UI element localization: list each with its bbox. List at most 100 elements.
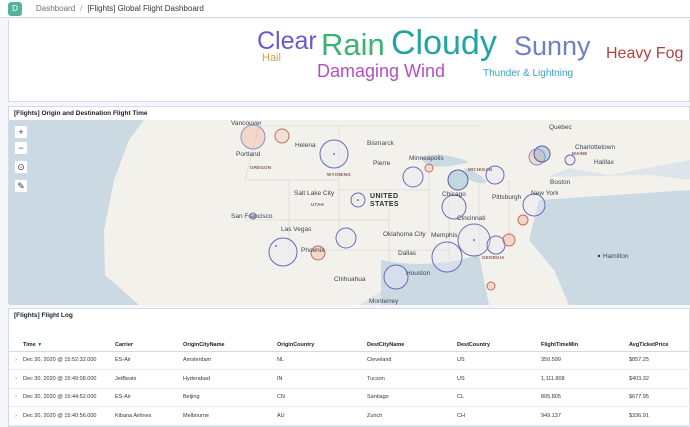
word-clear[interactable]: Clear (257, 29, 317, 54)
state-label: MAINE (572, 151, 588, 156)
state-label: WYOMING (327, 172, 351, 177)
city-label: Quebec (549, 124, 572, 131)
cell-ticket-price: $857.25 (629, 351, 690, 370)
cell-time: Dec 30, 2020 @ 15:52:32.000 (23, 351, 115, 370)
column-header-origin-city[interactable]: OriginCityName (183, 339, 277, 352)
sort-descending-icon[interactable]: ▼ (37, 342, 42, 348)
flight-map-panel: [Flights] Origin and Destination Flight … (8, 106, 690, 305)
breadcrumb-separator: / (80, 4, 83, 13)
cell-dest-country: CL (457, 388, 541, 407)
zoom-in-button[interactable]: + (14, 125, 28, 139)
cell-dest-city: Zurich (367, 406, 457, 426)
word-thunder-lightning[interactable]: Thunder & Lightning (483, 69, 573, 79)
table-row[interactable]: › Dec 30, 2020 @ 15:40:56.000 Kibana Air… (9, 406, 690, 426)
column-header-origin-country[interactable]: OriginCountry (277, 339, 367, 352)
breadcrumb-current: [Flights] Global Flight Dashboard (87, 4, 204, 13)
city-label: Las Vegas (281, 226, 312, 233)
city-label: New York (531, 190, 559, 197)
cell-dest-country: CH (457, 406, 541, 426)
column-header-carrier[interactable]: Carrier (115, 339, 183, 352)
column-header-flight-time[interactable]: FlightTimeMin (541, 339, 629, 352)
city-label: Halifax (594, 159, 614, 166)
column-header-dest-country[interactable]: DestCountry (457, 339, 541, 352)
cell-time: Dec 30, 2020 @ 15:49:08.000 (23, 369, 115, 389)
word-rain[interactable]: Rain (321, 29, 385, 60)
city-label: Salt Lake City (294, 190, 335, 197)
cell-dest-city: Tucson (367, 369, 457, 389)
column-header-label: Time (23, 341, 36, 348)
cell-carrier: ES-Air (115, 388, 183, 407)
table-row[interactable]: › Dec 30, 2020 @ 15:52:32.000 ES-Air Ams… (9, 351, 690, 370)
column-header-ticket-price[interactable]: AvgTicketPrice (629, 339, 690, 352)
cell-flight-time: 350.599 (541, 351, 629, 370)
expand-row-icon[interactable]: › (9, 388, 23, 407)
cell-origin-city: Beijing (183, 388, 277, 407)
city-label: Portland (236, 151, 261, 158)
city-label: Minneapolis (409, 155, 444, 162)
cell-origin-city: Hyderabad (183, 369, 277, 389)
cell-flight-time: 1,111.808 (541, 369, 629, 389)
state-label: GEORGIA (482, 255, 505, 260)
word-heavy-fog[interactable]: Heavy Fog (606, 46, 683, 62)
word-damaging-wind[interactable]: Damaging Wind (317, 62, 445, 80)
word-hail[interactable]: Hail (262, 53, 281, 64)
cell-ticket-price: $677.95 (629, 388, 690, 407)
state-label: MICHIGAN (468, 167, 493, 172)
breadcrumb: Dashboard / [Flights] Global Flight Dash… (36, 4, 204, 13)
city-label: Vancouver (231, 120, 262, 127)
draw-tool-button[interactable]: ✎ (14, 179, 28, 193)
country-label-line1: UNITED (370, 193, 399, 200)
cell-time: Dec 30, 2020 @ 15:44:52.000 (23, 388, 115, 407)
cell-origin-country: NL (277, 351, 367, 370)
city-label: Boston (550, 179, 571, 186)
city-label: Helena (295, 142, 316, 149)
zoom-out-button[interactable]: − (14, 141, 28, 155)
map-panel-title: [Flights] Origin and Destination Flight … (14, 110, 148, 117)
flight-log-title: [Flights] Flight Log (14, 312, 73, 319)
expand-row-icon[interactable]: › (9, 351, 23, 370)
expand-row-icon[interactable]: › (9, 369, 23, 389)
city-label: Phoenix (301, 247, 325, 254)
word-sunny[interactable]: Sunny (514, 33, 591, 60)
column-header-dest-city[interactable]: DestCityName (367, 339, 457, 352)
cell-flight-time: 949.137 (541, 406, 629, 426)
city-label: Oklahoma City (383, 231, 426, 238)
city-label: Chicago (442, 191, 466, 198)
cell-origin-city: Amsterdam (183, 351, 277, 370)
city-label: Houston (406, 270, 431, 277)
table-row[interactable]: › Dec 30, 2020 @ 15:44:52.000 ES-Air Bei… (9, 388, 690, 407)
table-header-row: Time ▼ Carrier OriginCityName OriginCoun… (9, 339, 690, 352)
cell-origin-country: AU (277, 406, 367, 426)
word-cloudy[interactable]: Cloudy (391, 26, 497, 60)
city-label: Dallas (398, 250, 417, 257)
city-label: Bismarck (367, 140, 394, 147)
city-label: Chihuahua (334, 276, 366, 283)
cell-ticket-price: $403.32 (629, 369, 690, 389)
country-label: UNITED STATES (370, 193, 399, 210)
cell-carrier: Kibana Airlines (115, 406, 183, 426)
cell-carrier: JetBeats (115, 369, 183, 389)
city-label: Memphis (431, 232, 458, 239)
column-header-time[interactable]: Time ▼ (23, 339, 115, 352)
cell-ticket-price: $336.91 (629, 406, 690, 426)
city-label: Monterrey (369, 298, 399, 305)
cell-flight-time: 805.805 (541, 388, 629, 407)
flight-map[interactable]: + − ⊙ ✎ Vancouver Portland Helena Bismar… (9, 120, 690, 305)
breadcrumb-dashboard-link[interactable]: Dashboard (36, 4, 75, 13)
table-row[interactable]: › Dec 30, 2020 @ 15:49:08.000 JetBeats H… (9, 369, 690, 389)
city-label: Pittsburgh (492, 194, 522, 201)
cell-origin-country: CN (277, 388, 367, 407)
city-label: Hamilton (603, 253, 629, 260)
app-logo-icon[interactable]: D (8, 1, 22, 16)
cell-dest-city: Cleveland (367, 351, 457, 370)
weather-word-cloud-panel: Clear Rain Cloudy Sunny Heavy Fog Hail D… (8, 20, 690, 102)
cell-dest-country: US (457, 369, 541, 389)
country-label-line2: STATES (370, 201, 399, 209)
cell-dest-city: Santiago (367, 388, 457, 407)
reset-view-button[interactable]: ⊙ (14, 160, 28, 174)
flight-log-panel: [Flights] Flight Log Time ▼ Carrier Orig… (8, 308, 690, 427)
cell-dest-country: US (457, 351, 541, 370)
flight-log-table: Time ▼ Carrier OriginCityName OriginCoun… (9, 339, 690, 426)
city-label: Charlottetown (575, 144, 616, 151)
expand-row-icon[interactable]: › (9, 406, 23, 426)
